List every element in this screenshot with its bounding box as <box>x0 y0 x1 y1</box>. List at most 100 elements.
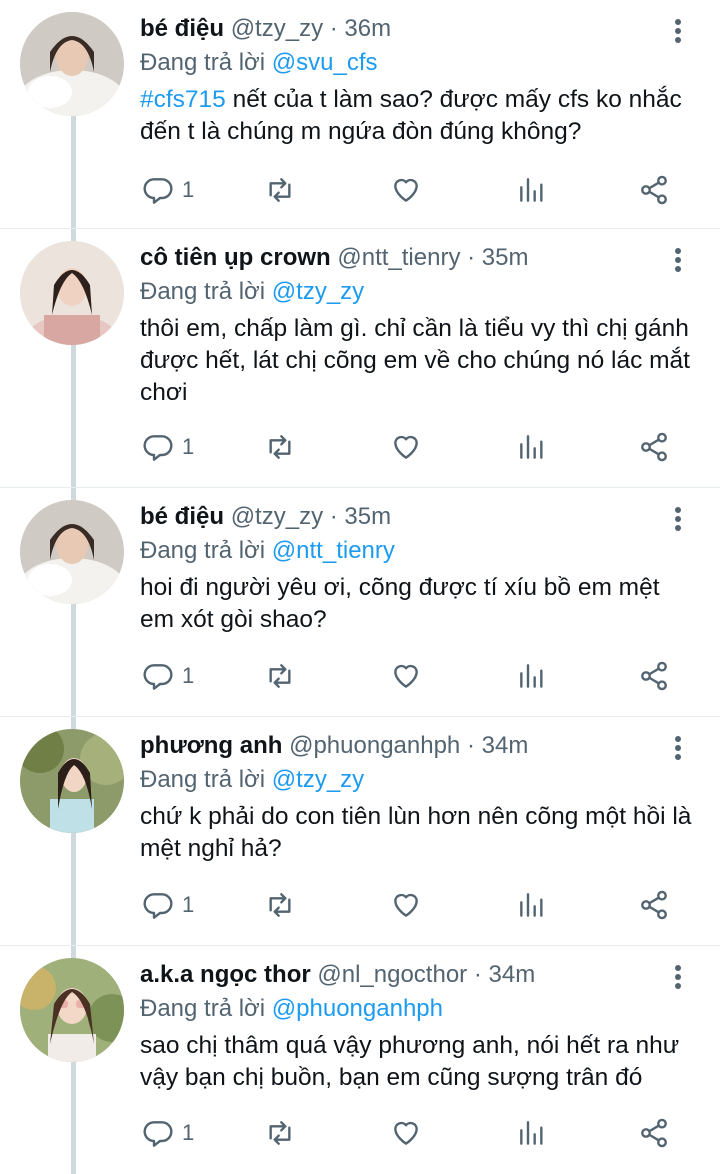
more-options-icon[interactable] <box>668 16 688 46</box>
mention-link[interactable]: @tzy_zy <box>272 766 364 793</box>
more-options-icon[interactable] <box>668 245 688 275</box>
tweet-header: phương anh @phuonganhph · 34m <box>140 729 528 763</box>
analytics-icon <box>520 893 543 917</box>
share-button[interactable] <box>638 656 670 696</box>
reply-icon <box>143 435 173 461</box>
hashtag-link[interactable]: #cfs715 <box>140 86 226 113</box>
tweet-header: a.k.a ngọc thor @nl_ngocthor · 34m <box>140 958 535 992</box>
retweet-icon <box>269 178 291 202</box>
tweet-text-content: thôi em, chấp làm gì. chỉ cần là tiểu vy… <box>140 315 690 406</box>
share-button[interactable] <box>638 885 670 925</box>
replying-to-label: Đang trả lời <box>140 995 266 1022</box>
tweet-text-content: hoi đi người yêu ơi, cõng được tí xíu bồ… <box>140 574 660 633</box>
user-handle[interactable]: @tzy_zy <box>231 503 323 530</box>
reply-count: 1 <box>182 892 195 917</box>
analytics-icon <box>520 664 543 688</box>
tweet[interactable]: bé điệu @tzy_zy · 36m Đang trả lời @svu_… <box>0 0 720 228</box>
more-options-icon[interactable] <box>668 733 688 763</box>
reply-button[interactable]: 1 <box>142 170 194 210</box>
avatar[interactable] <box>20 958 124 1062</box>
share-icon <box>641 661 667 691</box>
replying-to-label: Đang trả lời <box>140 278 266 305</box>
like-icon <box>394 893 418 917</box>
user-handle[interactable]: @ntt_tienry <box>337 244 460 271</box>
display-name[interactable]: phương anh <box>140 732 282 759</box>
mention-link[interactable]: @svu_cfs <box>272 49 378 76</box>
share-icon <box>641 1118 667 1148</box>
user-handle[interactable]: @phuonganhph <box>289 732 460 759</box>
reply-button[interactable]: 1 <box>142 656 194 696</box>
analytics-button[interactable] <box>516 170 548 210</box>
analytics-button[interactable] <box>516 427 548 467</box>
tweet[interactable]: phương anh @phuonganhph · 34m Đang trả l… <box>0 717 720 945</box>
tweet-header: bé điệu @tzy_zy · 36m <box>140 12 391 46</box>
retweet-button[interactable] <box>264 427 296 467</box>
replying-to: Đang trả lời @tzy_zy <box>140 763 364 797</box>
timestamp[interactable]: 34m <box>489 961 536 988</box>
more-options-icon[interactable] <box>668 962 688 992</box>
tweet[interactable]: a.k.a ngọc thor @nl_ngocthor · 34m Đang … <box>0 946 720 1174</box>
user-handle[interactable]: @nl_ngocthor <box>317 961 467 988</box>
mention-link[interactable]: @ntt_tienry <box>272 537 395 564</box>
timestamp[interactable]: 34m <box>482 732 529 759</box>
retweet-icon <box>269 435 291 459</box>
more-options-icon[interactable] <box>668 504 688 534</box>
analytics-button[interactable] <box>516 656 548 696</box>
avatar[interactable] <box>20 241 124 345</box>
tweet[interactable]: bé điệu @tzy_zy · 35m Đang trả lời @ntt_… <box>0 488 720 716</box>
display-name[interactable]: bé điệu <box>140 503 224 530</box>
retweet-button[interactable] <box>264 885 296 925</box>
retweet-icon <box>269 664 291 688</box>
analytics-button[interactable] <box>516 885 548 925</box>
reply-button[interactable]: 1 <box>142 885 194 925</box>
action-bar: 1 <box>140 427 700 467</box>
avatar[interactable] <box>20 12 124 116</box>
retweet-button[interactable] <box>264 656 296 696</box>
like-button[interactable] <box>390 1113 422 1153</box>
replying-to: Đang trả lời @tzy_zy <box>140 275 364 309</box>
tweet-text: sao chị thâm quá vậy phương anh, nói hết… <box>140 1030 700 1094</box>
replying-to: Đang trả lời @svu_cfs <box>140 46 378 80</box>
retweet-button[interactable] <box>264 1113 296 1153</box>
like-button[interactable] <box>390 427 422 467</box>
like-icon <box>394 1121 418 1145</box>
replying-to-label: Đang trả lời <box>140 537 266 564</box>
display-name[interactable]: bé điệu <box>140 15 224 42</box>
share-button[interactable] <box>638 170 670 210</box>
like-icon <box>394 664 418 688</box>
mention-link[interactable]: @phuonganhph <box>272 995 443 1022</box>
separator-dot: · <box>329 15 338 42</box>
like-icon <box>394 178 418 202</box>
replying-to-label: Đang trả lời <box>140 49 266 76</box>
reply-button[interactable]: 1 <box>142 427 194 467</box>
analytics-icon <box>520 435 543 459</box>
display-name[interactable]: cô tiên ụp crown <box>140 244 331 271</box>
separator-dot: · <box>473 961 482 988</box>
mention-link[interactable]: @tzy_zy <box>272 278 364 305</box>
timestamp[interactable]: 35m <box>344 503 391 530</box>
replying-to: Đang trả lời @phuonganhph <box>140 992 443 1026</box>
action-bar: 1 <box>140 656 700 696</box>
reply-button[interactable]: 1 <box>142 1113 194 1153</box>
retweet-button[interactable] <box>264 170 296 210</box>
analytics-button[interactable] <box>516 1113 548 1153</box>
tweet-header: cô tiên ụp crown @ntt_tienry · 35m <box>140 241 528 275</box>
timestamp[interactable]: 35m <box>482 244 529 271</box>
reply-icon <box>143 893 173 919</box>
reply-icon <box>143 664 173 690</box>
replying-to-label: Đang trả lời <box>140 766 266 793</box>
avatar[interactable] <box>20 500 124 604</box>
like-button[interactable] <box>390 170 422 210</box>
tweet[interactable]: cô tiên ụp crown @ntt_tienry · 35m Đang … <box>0 229 720 487</box>
share-button[interactable] <box>638 427 670 467</box>
replying-to: Đang trả lời @ntt_tienry <box>140 534 395 568</box>
user-handle[interactable]: @tzy_zy <box>231 15 323 42</box>
timestamp[interactable]: 36m <box>344 15 391 42</box>
separator-dot: · <box>329 503 338 530</box>
like-button[interactable] <box>390 885 422 925</box>
share-button[interactable] <box>638 1113 670 1153</box>
avatar[interactable] <box>20 729 124 833</box>
display-name[interactable]: a.k.a ngọc thor <box>140 961 311 988</box>
share-icon <box>641 890 667 920</box>
like-button[interactable] <box>390 656 422 696</box>
